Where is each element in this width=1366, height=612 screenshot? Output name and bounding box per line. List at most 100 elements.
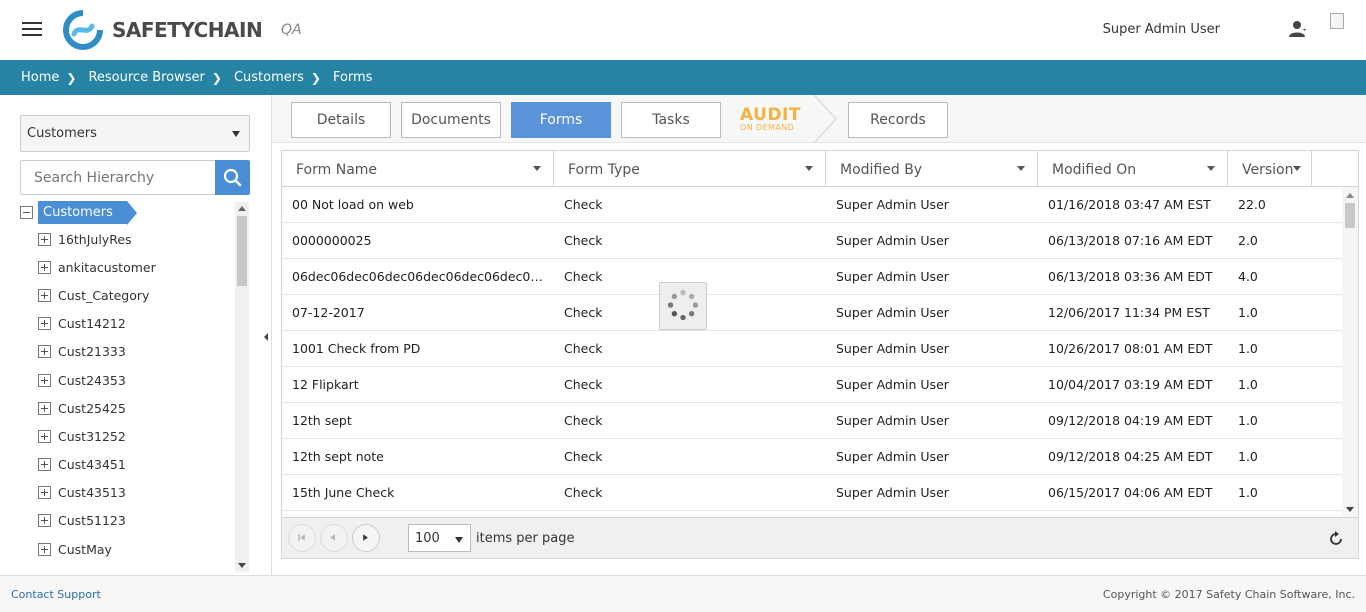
table-row[interactable]: 1001 Check from PD Check Super Admin User 1… — [282, 331, 1342, 367]
tab-records[interactable]: Records — [848, 102, 948, 138]
tree-item[interactable]: Cust43451 — [20, 451, 234, 479]
user-name[interactable]: Super Admin User — [1103, 22, 1220, 37]
column-header-modified-on[interactable]: Modified On — [1038, 151, 1228, 186]
collapse-left-icon[interactable] — [264, 333, 268, 341]
tree-item[interactable]: Cust_Category — [20, 281, 234, 309]
table-cell: 09/12/2018 04:19 AM EDT — [1048, 413, 1213, 428]
tree-item[interactable]: Cust43513 — [20, 479, 234, 507]
expand-icon[interactable] — [38, 429, 51, 443]
tree-item-label: Cust43451 — [58, 457, 126, 473]
table-cell: 1.0 — [1238, 305, 1258, 320]
breadcrumb-resource-browser[interactable]: Resource Browser — [88, 70, 204, 85]
column-header-modified-by[interactable]: Modified By — [826, 151, 1038, 186]
collapse-icon[interactable] — [20, 206, 33, 219]
logo[interactable]: SAFETYCHAIN — [62, 10, 263, 50]
first-page-button[interactable] — [288, 524, 316, 552]
column-header-form-name[interactable]: Form Name — [282, 151, 554, 186]
tree-item-label: Cust51123 — [58, 513, 126, 529]
column-header-version[interactable]: Version — [1228, 151, 1312, 186]
table-row[interactable]: 15th June Check Check Super Admin User 06/1… — [282, 475, 1342, 511]
hierarchy-selector[interactable]: Customers — [20, 115, 250, 152]
expand-icon[interactable] — [38, 542, 51, 556]
table-row[interactable]: 06dec06dec06dec06dec06dec06dec06dec06dec… — [282, 259, 1342, 295]
search-icon — [223, 168, 242, 187]
contact-support-link[interactable]: Contact Support — [11, 588, 101, 601]
previous-page-button[interactable] — [320, 524, 348, 552]
table-cell: 12th sept — [292, 413, 352, 428]
tree-item[interactable]: Cust51123 — [20, 507, 234, 535]
tab-details[interactable]: Details — [291, 102, 391, 138]
tree-item[interactable]: Cust24353 — [20, 366, 234, 394]
column-menu-icon[interactable] — [805, 166, 813, 171]
table-row[interactable]: 00 Not load on web Check Super Admin User 0… — [282, 187, 1342, 223]
expand-icon[interactable] — [38, 514, 51, 528]
table-cell: 07-12-2017 — [292, 305, 365, 320]
tab-tasks[interactable]: Tasks — [621, 102, 721, 138]
tree-item[interactable]: CustMay — [20, 535, 234, 563]
tree-item[interactable]: Cust21333 — [20, 338, 234, 366]
expand-icon[interactable] — [38, 486, 51, 500]
expand-icon[interactable] — [38, 288, 51, 302]
tree-item[interactable]: 16thJulyRes — [20, 225, 234, 253]
audit-title: AUDIT — [740, 105, 801, 125]
table-cell: Super Admin User — [836, 305, 949, 320]
column-menu-icon[interactable] — [1293, 166, 1301, 171]
tree-scrollbar[interactable] — [235, 202, 249, 572]
grid-body: 00 Not load on web Check Super Admin User 0… — [282, 187, 1342, 517]
top-bar: SAFETYCHAIN QA Super Admin User — [0, 0, 1366, 60]
audit-subtitle: ON DEMAND — [740, 123, 795, 132]
search-hierarchy-input[interactable] — [20, 160, 216, 195]
table-cell: Super Admin User — [836, 197, 949, 212]
tree-item[interactable]: ankitacustomer — [20, 253, 234, 281]
expand-icon[interactable] — [38, 317, 51, 331]
menu-icon[interactable] — [22, 22, 42, 38]
table-cell: 12th sept note — [292, 449, 384, 464]
expand-icon[interactable] — [38, 232, 51, 246]
expand-icon[interactable] — [38, 458, 51, 472]
tab-forms[interactable]: Forms — [511, 102, 611, 138]
tab-documents[interactable]: Documents — [401, 102, 501, 138]
expand-icon[interactable] — [38, 373, 51, 387]
breadcrumb-home[interactable]: Home — [21, 70, 59, 85]
table-cell: Super Admin User — [836, 413, 949, 428]
refresh-icon[interactable] — [1327, 530, 1345, 548]
table-cell: 0000000025 — [292, 233, 372, 248]
table-row[interactable]: 12 Flipkart Check Super Admin User 10/04/20… — [282, 367, 1342, 403]
tree-item[interactable]: Cust25425 — [20, 394, 234, 422]
scroll-down-icon[interactable] — [1346, 507, 1354, 512]
tree-root: Customers — [20, 200, 234, 225]
search-button[interactable] — [215, 160, 250, 195]
user-icon[interactable] — [1288, 20, 1308, 38]
breadcrumb-customers[interactable]: Customers — [234, 70, 304, 85]
scrollbar-thumb[interactable] — [1345, 203, 1355, 228]
column-menu-icon[interactable] — [533, 166, 541, 171]
scroll-up-icon[interactable] — [238, 206, 246, 211]
sidebar: Customers Customers 16thJulyRes ankitacu… — [0, 95, 260, 575]
table-cell: 12/06/2017 11:34 PM EST — [1048, 305, 1210, 320]
tree-item[interactable]: Cust31252 — [20, 422, 234, 450]
scroll-up-icon[interactable] — [1346, 193, 1354, 198]
scroll-down-icon[interactable] — [238, 563, 246, 568]
grid-scrollbar[interactable] — [1342, 187, 1358, 517]
column-header-label: Form Name — [296, 162, 378, 178]
tree-item[interactable]: Cust14212 — [20, 310, 234, 338]
expand-icon[interactable] — [38, 260, 51, 274]
table-cell: Super Admin User — [836, 341, 949, 356]
column-menu-icon[interactable] — [1207, 166, 1215, 171]
scrollbar-thumb[interactable] — [237, 216, 247, 286]
column-menu-icon[interactable] — [1017, 166, 1025, 171]
table-row[interactable]: 12th sept note Check Super Admin User 09/12… — [282, 439, 1342, 475]
tab-audit-on-demand[interactable]: AUDIT ON DEMAND — [740, 105, 801, 133]
table-cell: 12 Flipkart — [292, 377, 359, 392]
sidebar-splitter[interactable] — [260, 95, 272, 575]
table-row[interactable]: 0000000025 Check Super Admin User 06/13/201… — [282, 223, 1342, 259]
table-row[interactable]: 07-12-2017 Check Super Admin User 12/06/201… — [282, 295, 1342, 331]
column-header-label: Modified On — [1052, 162, 1137, 178]
tree-root-label[interactable]: Customers — [38, 201, 137, 225]
page-size-select[interactable]: 100 — [408, 524, 471, 552]
table-row[interactable]: 12th sept Check Super Admin User 09/12/2018… — [282, 403, 1342, 439]
expand-icon[interactable] — [38, 345, 51, 359]
next-page-button[interactable] — [352, 524, 380, 552]
expand-icon[interactable] — [38, 401, 51, 415]
column-header-form-type[interactable]: Form Type — [554, 151, 826, 186]
